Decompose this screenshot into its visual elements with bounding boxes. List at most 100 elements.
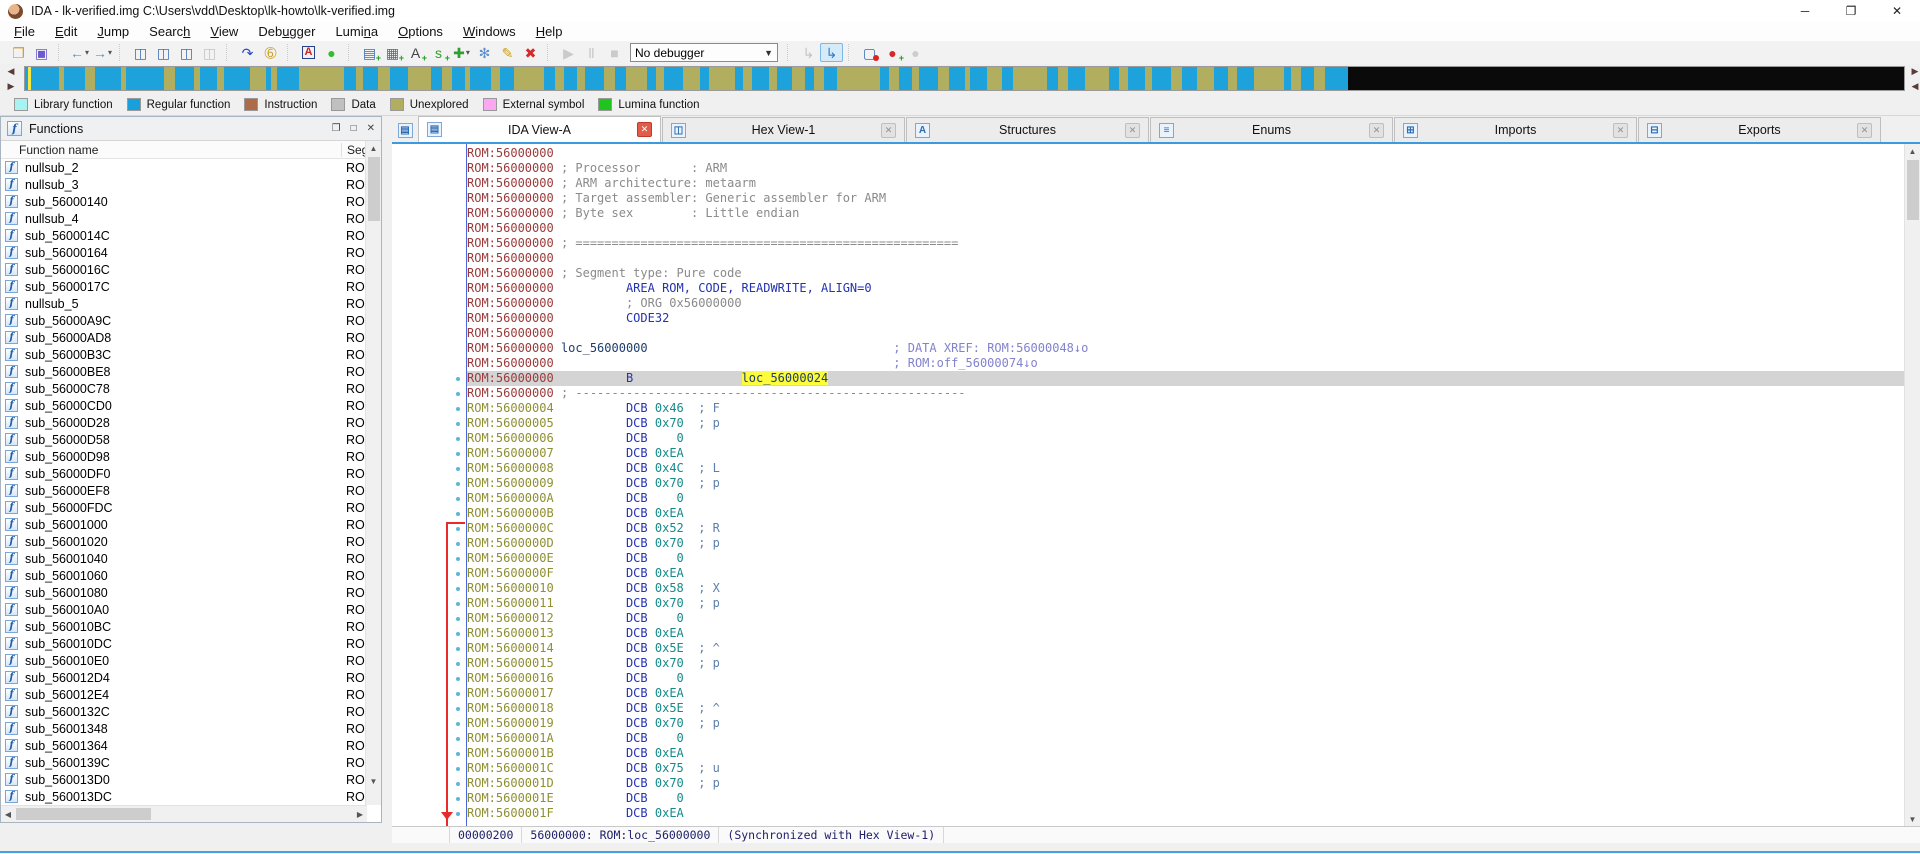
column-function-name[interactable]: Function name <box>19 143 98 157</box>
menu-item-lumina[interactable]: Lumina <box>325 23 388 40</box>
disassembly-line[interactable]: ROM:5600001F DCB 0xEA <box>467 806 1904 821</box>
search-values-icon[interactable]: ◫ <box>175 43 198 62</box>
table-row-function[interactable]: fsub_56001060ROM <box>1 567 367 584</box>
tab-close-icon[interactable]: ✕ <box>1613 123 1628 138</box>
table-row-function[interactable]: fsub_56000B3CROM <box>1 346 367 363</box>
disassembly-line[interactable]: ROM:56000000 B loc_56000024 <box>467 371 1904 386</box>
disassembly-line[interactable]: ROM:56000005 DCB 0x70 ; p <box>467 416 1904 431</box>
disassembly-line[interactable]: ROM:56000012 DCB 0 <box>467 611 1904 626</box>
scroll-up-icon[interactable]: ▲ <box>366 141 381 155</box>
table-row-function[interactable]: fsub_56001364ROM <box>1 737 367 754</box>
table-row-function[interactable]: fsub_560010DCROM <box>1 635 367 652</box>
menu-item-search[interactable]: Search <box>139 23 200 40</box>
table-row-function[interactable]: fsub_5600139CROM <box>1 754 367 771</box>
maximize-button[interactable]: □ <box>351 123 357 134</box>
search-names-icon[interactable]: ◫ <box>129 43 152 62</box>
disassembly-line[interactable]: ROM:56000000 ; Target assembler: Generic… <box>467 191 1904 206</box>
table-row-function[interactable]: fsub_56000CD0ROM <box>1 397 367 414</box>
lumina-keys-icon[interactable]: ➅ <box>259 43 282 62</box>
disassembly-vertical-scrollbar[interactable]: ▲ ▼ <box>1904 144 1920 826</box>
band-scroll-left[interactable]: ◀▶ <box>4 66 18 92</box>
table-row-function[interactable]: fnullsub_3ROM <box>1 176 367 193</box>
table-row-function[interactable]: fsub_560012D4ROM <box>1 669 367 686</box>
table-row-function[interactable]: fsub_56000164ROM <box>1 244 367 261</box>
lumina-ball-icon[interactable]: ● <box>320 43 343 62</box>
disassembly-line[interactable]: ROM:56000000 ; ORG 0x56000000 <box>467 296 1904 311</box>
tab-close-icon[interactable]: ✕ <box>881 123 896 138</box>
disassembly-line[interactable]: ROM:56000015 DCB 0x70 ; p <box>467 656 1904 671</box>
menu-item-debugger[interactable]: Debugger <box>248 23 325 40</box>
disassembly-line[interactable]: ROM:56000008 DCB 0x4C ; L <box>467 461 1904 476</box>
table-row-function[interactable]: fsub_560012E4ROM <box>1 686 367 703</box>
disassembly-line[interactable]: ROM:56000017 DCB 0xEA <box>467 686 1904 701</box>
nav-forward-icon[interactable]: →▾ <box>91 43 114 62</box>
close-button[interactable]: ✕ <box>367 123 375 134</box>
edit-item-icon[interactable]: ✎ <box>496 43 519 62</box>
band-scroll-right[interactable]: ▶◀ <box>1908 66 1920 92</box>
create-name-icon[interactable]: A+ <box>404 43 427 62</box>
disassembly-line[interactable]: ROM:56000006 DCB 0 <box>467 431 1904 446</box>
disassembly-line[interactable]: ROM:5600001C DCB 0x75 ; u <box>467 761 1904 776</box>
disassembly-line[interactable]: ROM:56000011 DCB 0x70 ; p <box>467 596 1904 611</box>
table-row-function[interactable]: fsub_560010BCROM <box>1 618 367 635</box>
table-row-function[interactable]: fsub_56000D28ROM <box>1 414 367 431</box>
disassembly-line[interactable]: ROM:56000000 <box>467 146 1904 161</box>
menu-item-help[interactable]: Help <box>526 23 573 40</box>
disassembly-line[interactable]: ROM:56000000 CODE32 <box>467 311 1904 326</box>
table-row-function[interactable]: fsub_56000D58ROM <box>1 431 367 448</box>
menu-item-windows[interactable]: Windows <box>453 23 526 40</box>
create-code-icon[interactable]: ▤+ <box>358 43 381 62</box>
tab-structures[interactable]: AStructures✕ <box>906 117 1149 142</box>
functions-panel-header[interactable]: f Functions ❐□✕ <box>1 117 381 141</box>
create-string-icon[interactable]: s+ <box>427 43 450 62</box>
disassembly-line[interactable]: ROM:5600001E DCB 0 <box>467 791 1904 806</box>
table-row-function[interactable]: fsub_56000140ROM <box>1 193 367 210</box>
scroll-right-icon[interactable]: ▶ <box>353 806 367 822</box>
tab-close-icon[interactable]: ✕ <box>1857 123 1872 138</box>
disassembly-line[interactable]: ROM:56000019 DCB 0x70 ; p <box>467 716 1904 731</box>
table-row-function[interactable]: fsub_56000A9CROM <box>1 312 367 329</box>
table-row-function[interactable]: fsub_5600016CROM <box>1 261 367 278</box>
debugger-select-combobox[interactable]: No debugger▼ <box>630 43 778 62</box>
disassembly-line[interactable]: ROM:56000000 ; Processor : ARM <box>467 161 1904 176</box>
create-struct-icon[interactable]: ✚▾ <box>450 43 473 62</box>
restore-button[interactable]: ❐ <box>1828 0 1874 22</box>
table-row-function[interactable]: fsub_56001348ROM <box>1 720 367 737</box>
table-row-function[interactable]: fsub_56000DF0ROM <box>1 465 367 482</box>
restore-button[interactable]: ❐ <box>332 123 341 134</box>
close-button[interactable]: ✕ <box>1874 0 1920 22</box>
disassembly-line[interactable]: ROM:56000000 ; =========================… <box>467 236 1904 251</box>
functions-column-header[interactable]: Function name Seg <box>1 141 367 159</box>
table-row-function[interactable]: fnullsub_2ROM <box>1 159 367 176</box>
menu-item-options[interactable]: Options <box>388 23 453 40</box>
disassembly-line[interactable]: ROM:56000014 DCB 0x5E ; ^ <box>467 641 1904 656</box>
disassembly-line[interactable]: ROM:5600000A DCB 0 <box>467 491 1904 506</box>
scrollbar-thumb[interactable] <box>368 157 380 221</box>
search-text-icon[interactable]: ◫ <box>152 43 175 62</box>
disassembly-line[interactable]: ROM:56000000 ; -------------------------… <box>467 386 1904 401</box>
breakpoint-list-icon[interactable]: ▢ <box>858 43 881 62</box>
disassembly-line[interactable]: ROM:5600000E DCB 0 <box>467 551 1904 566</box>
disassembly-line[interactable]: ROM:56000007 DCB 0xEA <box>467 446 1904 461</box>
tab-close-icon[interactable]: ✕ <box>1125 123 1140 138</box>
nav-back-icon[interactable]: ←▾ <box>68 43 91 62</box>
menu-item-edit[interactable]: Edit <box>45 23 87 40</box>
breakpoint-add-icon[interactable]: ●+ <box>881 43 904 62</box>
minimize-button[interactable]: ─ <box>1782 0 1828 22</box>
table-row-function[interactable]: fsub_560010E0ROM <box>1 652 367 669</box>
scroll-up-icon[interactable]: ▲ <box>1905 144 1920 158</box>
disassembly-line[interactable]: ROM:56000000 ; Segment type: Pure code <box>467 266 1904 281</box>
disassembly-line[interactable]: ROM:56000000 <box>467 251 1904 266</box>
tab-imports[interactable]: ⊞Imports✕ <box>1394 117 1637 142</box>
panel-splitter[interactable] <box>382 116 392 823</box>
tab-close-icon[interactable]: ✕ <box>1369 123 1384 138</box>
scroll-down-icon[interactable]: ▼ <box>1905 812 1920 826</box>
highlighted-operand[interactable]: loc_56000024 <box>742 371 829 385</box>
scroll-down-icon[interactable]: ▼ <box>366 774 381 788</box>
disassembly-line[interactable]: ROM:56000009 DCB 0x70 ; p <box>467 476 1904 491</box>
table-row-function[interactable]: fsub_56000AD8ROM <box>1 329 367 346</box>
tab-enums[interactable]: ≡Enums✕ <box>1150 117 1393 142</box>
table-row-function[interactable]: fsub_56001080ROM <box>1 584 367 601</box>
menu-item-view[interactable]: View <box>200 23 248 40</box>
disassembly-line[interactable]: ROM:5600001B DCB 0xEA <box>467 746 1904 761</box>
